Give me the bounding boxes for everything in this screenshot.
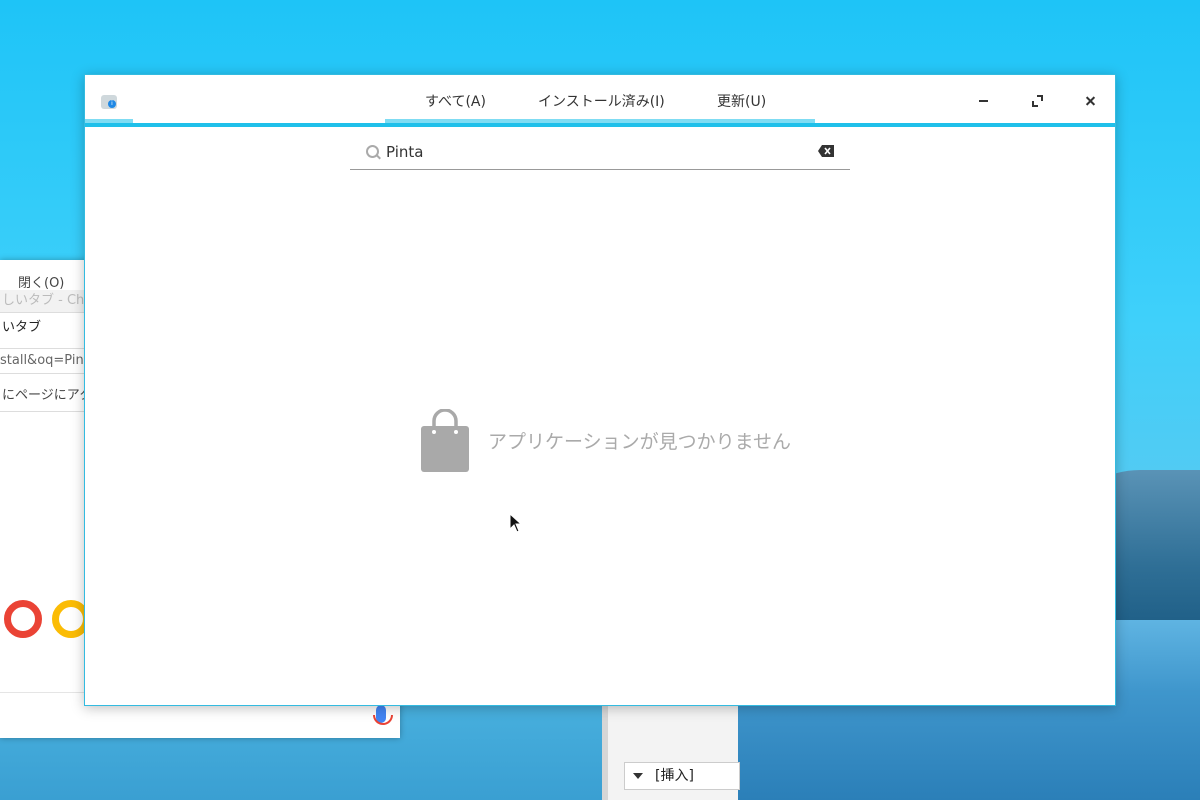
browser-window-title: しいタブ - Chr — [0, 290, 87, 313]
search-input[interactable] — [386, 141, 806, 163]
tab-updates[interactable]: 更新(U) — [717, 91, 766, 111]
titlebar-accent-line — [85, 123, 1115, 127]
app-store-info-icon: i — [101, 95, 117, 109]
tab-installed[interactable]: インストール済み(I) — [538, 91, 665, 111]
backspace-clear-icon[interactable] — [818, 145, 834, 157]
browser-tab[interactable]: いタブ — [0, 316, 41, 335]
microphone-icon[interactable] — [373, 705, 393, 725]
browser-url-bar[interactable]: stall&oq=Pinta — [0, 348, 85, 374]
maximize-button[interactable] — [1025, 89, 1049, 113]
search-icon — [366, 145, 379, 158]
empty-state-message: アプリケーションが見つかりません — [488, 431, 792, 453]
editor-mode-label: [挿入] — [655, 768, 694, 784]
mouse-pointer-icon — [509, 512, 523, 533]
shopping-bag-icon — [420, 408, 470, 473]
info-badge-icon: i — [108, 100, 116, 108]
dropdown-caret-icon[interactable] — [633, 773, 643, 779]
google-logo-letter-o-red — [4, 600, 42, 638]
tab-bar: すべて(A) インストール済み(I) 更新(U) — [385, 75, 815, 125]
search-box[interactable] — [350, 137, 850, 170]
app-store-window[interactable]: i すべて(A) インストール済み(I) 更新(U) Pinta アプリケーショ… — [84, 74, 1116, 706]
tab-all[interactable]: すべて(A) — [425, 91, 486, 111]
browser-notice-text: にページにアク — [0, 384, 87, 412]
editor-status-bar[interactable]: [挿入] — [624, 762, 740, 790]
close-button[interactable] — [1079, 89, 1103, 113]
minimize-button[interactable] — [971, 89, 995, 113]
titlebar[interactable]: i すべて(A) インストール済み(I) 更新(U) — [85, 75, 1115, 125]
background-editor-window[interactable]: [挿入] — [602, 700, 740, 800]
browser-menu-fragment[interactable]: 閉く(O) — [18, 272, 64, 291]
